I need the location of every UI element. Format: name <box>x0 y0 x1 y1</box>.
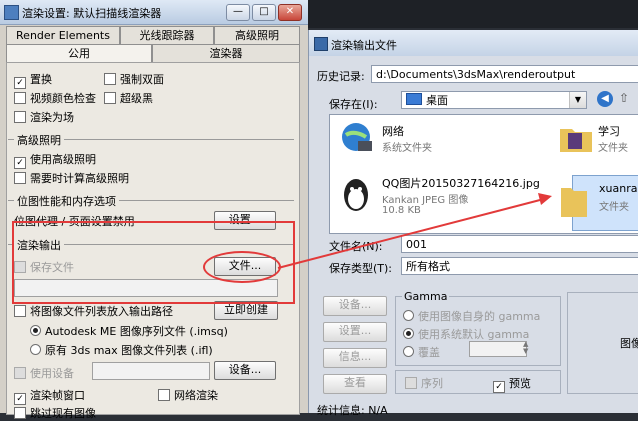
list-item-type: 文件夹 <box>598 143 628 154</box>
preview-checkbox[interactable]: ✓ <box>493 381 505 393</box>
use-device-checkbox[interactable] <box>14 367 26 379</box>
highlight-oval <box>203 251 281 283</box>
list-item-type: 文件夹 <box>599 202 629 213</box>
app-icon <box>4 5 19 20</box>
device-field[interactable] <box>92 362 210 380</box>
tab-render-elements[interactable]: Render Elements <box>6 26 120 45</box>
gamma-value-spinner[interactable] <box>469 341 527 357</box>
list-item-name[interactable]: 学习 <box>598 123 620 139</box>
bitmap-performance-group: 位图性能和内存选项 <box>8 193 294 209</box>
render-setup-window: 渲染设置: 默认扫描线渲染器 — □ ✕ Render Elements 光线跟… <box>0 0 308 420</box>
list-item-name[interactable]: 网络 <box>382 123 404 139</box>
list-item-type: Kankan JPEG 图像 <box>382 195 469 206</box>
folder-icon <box>558 121 594 155</box>
image-label: 图像 <box>620 337 638 350</box>
tab-advanced-lighting[interactable]: 高级照明 <box>214 26 300 45</box>
net-render-checkbox[interactable] <box>158 389 170 401</box>
chevron-down-icon[interactable]: ▼ <box>569 92 586 108</box>
list-item-size: 10.8 KB <box>382 205 421 216</box>
tab-raytracer[interactable]: 光线跟踪器 <box>120 26 214 45</box>
file-type-label: 保存类型(T): <box>329 262 393 275</box>
window-title: 渲染设置: 默认扫描线渲染器 <box>22 7 162 20</box>
gamma-system-radio[interactable] <box>403 328 414 339</box>
image-preview-panel: 图像 <box>567 292 638 394</box>
autodesk-imsq-radio[interactable] <box>30 325 41 336</box>
force-2side-checkbox[interactable] <box>104 73 116 85</box>
sequence-checkbox[interactable] <box>405 377 417 389</box>
gamma-own-radio[interactable] <box>403 310 414 321</box>
gamma-group-label: Gamma <box>402 290 450 303</box>
gamma-system-option[interactable]: 使用系统默认 gamma <box>403 326 529 342</box>
save-in-combo[interactable]: 桌面 ▼ <box>401 91 587 109</box>
device-button[interactable]: 设备... <box>214 361 276 380</box>
restore-button[interactable]: □ <box>252 4 276 21</box>
render-frame-window-option[interactable]: ✓ 渲染帧窗口 <box>14 387 85 405</box>
render-output-file-dialog: 渲染输出文件 历史记录: d:\Documents\3dsMax\rendero… <box>308 30 638 417</box>
video-color-option[interactable]: 视频颜色检查 <box>14 90 96 106</box>
super-black-option[interactable]: 超级黑 <box>104 90 153 106</box>
spinner-arrows-icon[interactable]: ▲ ▼ <box>523 341 531 355</box>
minimize-button[interactable]: — <box>226 4 250 21</box>
net-render-option[interactable]: 网络渲染 <box>158 387 218 403</box>
close-button[interactable]: ✕ <box>278 4 302 21</box>
qq-image-icon <box>340 175 376 211</box>
save-in-label: 保存在(I): <box>329 98 378 111</box>
super-black-checkbox[interactable] <box>104 92 116 104</box>
displacement-checkbox[interactable]: ✓ <box>14 77 26 89</box>
network-icon <box>340 121 376 155</box>
gamma-own-option[interactable]: 使用图像自身的 gamma <box>403 308 540 324</box>
advanced-lighting-group: 高级照明 <box>8 132 294 148</box>
device-button[interactable]: 设备... <box>323 296 387 316</box>
video-color-checkbox[interactable] <box>14 92 26 104</box>
use-advanced-lighting-option[interactable]: ✓ 使用高级照明 <box>14 151 96 169</box>
preview-option[interactable]: ✓ 预览 <box>493 375 531 393</box>
compute-advanced-lighting-checkbox[interactable] <box>14 172 26 184</box>
info-button[interactable]: 信息... <box>323 348 387 368</box>
legacy-ifl-radio[interactable] <box>30 344 41 355</box>
folder-icon <box>559 182 589 220</box>
stats-text: 统计信息: N/A <box>317 404 388 417</box>
history-combo[interactable]: d:\Documents\3dsMax\renderoutput <box>371 65 638 83</box>
gamma-override-option[interactable]: 覆盖 <box>403 344 440 360</box>
displacement-option[interactable]: ✓ 置换 <box>14 71 52 89</box>
file-list[interactable]: 网络 系统文件夹 学习 文件夹 QQ图片20150327164216.jpg K… <box>329 114 638 234</box>
file-name-label: 文件名(N): <box>329 240 383 253</box>
render-fields-checkbox[interactable] <box>14 111 26 123</box>
use-advanced-lighting-checkbox[interactable]: ✓ <box>14 157 26 169</box>
compute-advanced-lighting-option[interactable]: 需要时计算高级照明 <box>14 170 129 186</box>
back-icon[interactable]: ◀ <box>597 91 613 107</box>
legacy-ifl-option[interactable]: 原有 3ds max 图像文件列表 (.ifl) <box>30 342 213 358</box>
up-folder-icon[interactable]: ⇧ <box>619 91 633 107</box>
dialog-titlebar[interactable]: 渲染输出文件 <box>309 30 638 56</box>
sequence-option[interactable]: 序列 <box>405 375 443 391</box>
file-name-input[interactable]: 001 <box>401 235 638 253</box>
list-item-type: 系统文件夹 <box>382 143 432 154</box>
desktop-icon <box>406 93 422 105</box>
max-toolbar-strip <box>308 0 638 28</box>
tab-renderer[interactable]: 渲染器 <box>152 44 300 63</box>
gamma-override-radio[interactable] <box>403 346 414 357</box>
setup-button[interactable]: 设置... <box>323 322 387 342</box>
history-label: 历史记录: <box>317 70 365 83</box>
autodesk-imsq-option[interactable]: Autodesk ME 图像序列文件 (.imsq) <box>30 323 228 339</box>
dialog-title: 渲染输出文件 <box>331 39 397 52</box>
selected-list-item[interactable]: xuanrar 文件夹 <box>561 175 638 231</box>
put-image-list-option[interactable]: 将图像文件列表放入输出路径 <box>14 303 173 319</box>
put-image-list-checkbox[interactable] <box>14 305 26 317</box>
render-setup-titlebar[interactable]: 渲染设置: 默认扫描线渲染器 — □ ✕ <box>0 0 308 25</box>
render-frame-window-checkbox[interactable]: ✓ <box>14 393 26 405</box>
skip-existing-checkbox[interactable] <box>14 407 26 419</box>
file-type-select[interactable]: 所有格式 <box>401 257 638 275</box>
render-fields-option[interactable]: 渲染为场 <box>14 109 74 125</box>
skip-existing-option[interactable]: 跳过现有图像 <box>14 405 96 421</box>
list-item-name: xuanrar <box>599 182 638 195</box>
list-item-name[interactable]: QQ图片20150327164216.jpg <box>382 175 540 191</box>
view-button[interactable]: 查看 <box>323 374 387 394</box>
force-2side-option[interactable]: 强制双面 <box>104 71 164 87</box>
tab-common[interactable]: 公用 <box>6 44 152 63</box>
dialog-icon <box>314 37 328 51</box>
use-device-option[interactable]: 使用设备 <box>14 365 74 381</box>
